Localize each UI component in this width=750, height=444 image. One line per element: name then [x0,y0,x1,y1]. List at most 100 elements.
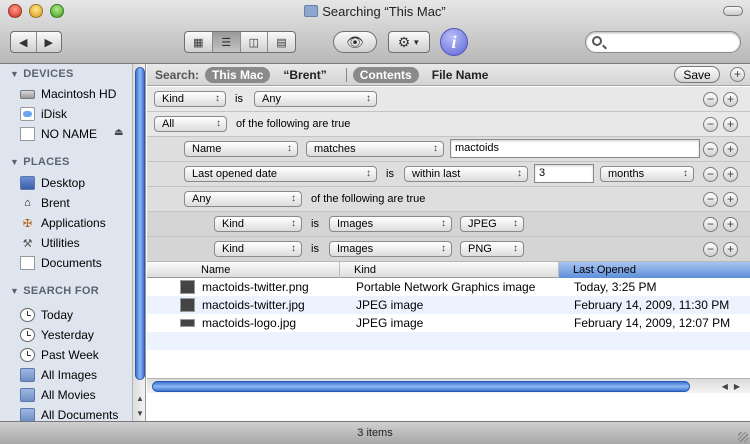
kind-value-popup[interactable]: Any [254,91,377,107]
eject-icon[interactable]: ⏏ [114,127,123,138]
date-unit-popup[interactable]: months [600,166,694,182]
kind-attribute-popup[interactable]: Kind [154,91,226,107]
add-criteria-button[interactable]: + [723,142,738,157]
back-forward-control: ◀ ▶ [10,31,62,53]
image-type-popup[interactable]: JPEG [460,216,524,232]
save-button[interactable]: Save [674,66,720,83]
add-criteria-button[interactable]: + [723,192,738,207]
search-icon [592,36,602,46]
name-value-field[interactable]: mactoids [450,139,700,158]
is-label: is [386,168,394,180]
remove-criteria-button[interactable]: − [703,142,718,157]
action-button[interactable]: ⚙ ▼ [388,31,430,53]
sidebar-item-all-documents[interactable]: All Documents [20,406,118,421]
remove-criteria-button[interactable]: − [703,117,718,132]
image-type-popup[interactable]: PNG [460,241,524,257]
toolbar-toggle-button[interactable] [723,6,743,16]
coverflow-view-button[interactable]: ▤ [268,32,295,52]
sidebar-item-today[interactable]: Today [20,306,73,324]
scope-separator [345,67,347,82]
column-header-kind[interactable]: Kind [340,262,559,278]
desktop-icon [20,176,35,190]
coverflow-view-icon: ▤ [276,36,287,49]
column-header-last-opened[interactable]: Last Opened [559,262,750,278]
kind-value-popup[interactable]: Images [329,216,452,232]
remove-criteria-button[interactable]: − [703,217,718,232]
get-info-button[interactable]: i [440,28,468,56]
sidebar-item-no-name[interactable]: NO NAME [20,125,97,143]
sidebar-scrollbar[interactable]: ▲ ▼ [132,64,145,421]
table-row[interactable]: mactoids-twitter.png Portable Network Gr… [147,278,750,296]
back-arrow-icon: ◀ [19,36,28,49]
sidebar-item-yesterday[interactable]: Yesterday [20,326,94,344]
remove-criteria-button[interactable]: − [703,192,718,207]
criteria-row-kind-png: Kind is Images PNG − + [147,237,750,262]
scope-contents-button[interactable]: Contents [352,66,419,83]
file-last-opened: Today, 3:25 PM [574,280,657,294]
sidebar-item-past-week[interactable]: Past Week [20,346,99,364]
add-criteria-button[interactable]: + [730,67,745,82]
list-view-button[interactable]: ☰ [212,32,241,52]
sidebar-item-idisk[interactable]: iDisk [20,105,67,123]
table-row[interactable]: mactoids-logo.jpg JPEG image February 14… [147,314,750,332]
any-all-popup[interactable]: Any [184,191,302,207]
sidebar-item-all-images[interactable]: All Images [20,366,97,384]
criteria-row-last-opened: Last opened date is within last 3 months… [147,162,750,187]
remove-criteria-button[interactable]: − [703,242,718,257]
sidebar-heading-places[interactable]: ▼ PLACES [10,156,70,168]
documents-icon [20,256,35,270]
add-criteria-button[interactable]: + [723,92,738,107]
forward-button[interactable]: ▶ [37,32,62,52]
column-view-button[interactable]: ◫ [241,32,269,52]
all-any-popup[interactable]: All [154,116,227,132]
sidebar-item-utilities[interactable]: ⚒ Utilities [20,234,80,252]
add-criteria-button[interactable]: + [723,242,738,257]
utilities-icon: ⚒ [22,237,33,250]
sidebar-scroll-arrows[interactable]: ▲ ▼ [133,391,145,421]
sidebar-item-macintosh-hd[interactable]: Macintosh HD [20,85,116,103]
remove-criteria-button[interactable]: − [703,167,718,182]
sidebar-item-all-movies[interactable]: All Movies [20,386,96,404]
file-kind: JPEG image [356,298,424,312]
sidebar-item-documents[interactable]: Documents [20,254,102,272]
icon-view-icon: ▦ [193,36,204,49]
sidebar-heading-devices[interactable]: ▼ DEVICES [10,68,74,80]
kind-attribute-popup[interactable]: Kind [214,216,302,232]
kind-value-popup[interactable]: Images [329,241,452,257]
horizontal-scroll-arrows[interactable]: ◀▶ [722,379,746,394]
sidebar-item-desktop[interactable]: Desktop [20,174,85,192]
within-last-operator-popup[interactable]: within last [404,166,528,182]
sidebar-item-brent[interactable]: ⌂ Brent [20,194,70,212]
kind-attribute-popup[interactable]: Kind [214,241,302,257]
sidebar-item-applications[interactable]: ✠ Applications [20,214,106,232]
file-name: mactoids-logo.jpg [202,316,297,330]
file-name: mactoids-twitter.jpg [202,298,305,312]
scope-this-mac-button[interactable]: This Mac [205,66,271,83]
date-amount-field[interactable]: 3 [534,164,594,183]
quick-look-button[interactable]: 👁 [333,31,377,53]
add-criteria-button[interactable]: + [723,117,738,132]
scope-brent-button[interactable]: “Brent” [276,67,333,83]
scope-file-name-button[interactable]: File Name [425,67,496,83]
table-row[interactable]: mactoids-twitter.jpg JPEG image February… [147,296,750,314]
add-criteria-button[interactable]: + [723,217,738,232]
last-opened-attribute-popup[interactable]: Last opened date [184,166,377,182]
view-mode-control: ▦ ☰ ◫ ▤ [184,31,296,53]
matches-operator-popup[interactable]: matches [306,141,444,157]
horizontal-scrollbar[interactable]: ◀▶ [147,378,750,393]
group-description: of the following are true [236,118,351,130]
criteria-row-kind: Kind is Any − + [147,87,750,112]
gear-icon: ⚙ [397,33,411,50]
sidebar-scroll-thumb[interactable] [135,67,145,380]
add-criteria-button[interactable]: + [723,167,738,182]
icon-view-button[interactable]: ▦ [185,32,213,52]
remove-criteria-button[interactable]: − [703,92,718,107]
search-input[interactable] [585,31,741,53]
sidebar-heading-search-for[interactable]: ▼ SEARCH FOR [10,285,99,297]
resize-grip-icon[interactable] [738,432,748,442]
column-header-name[interactable]: Name [147,262,340,278]
name-attribute-popup[interactable]: Name [184,141,298,157]
horizontal-scroll-thumb[interactable] [152,381,690,392]
back-button[interactable]: ◀ [11,32,37,52]
file-list-empty-area [147,332,750,382]
